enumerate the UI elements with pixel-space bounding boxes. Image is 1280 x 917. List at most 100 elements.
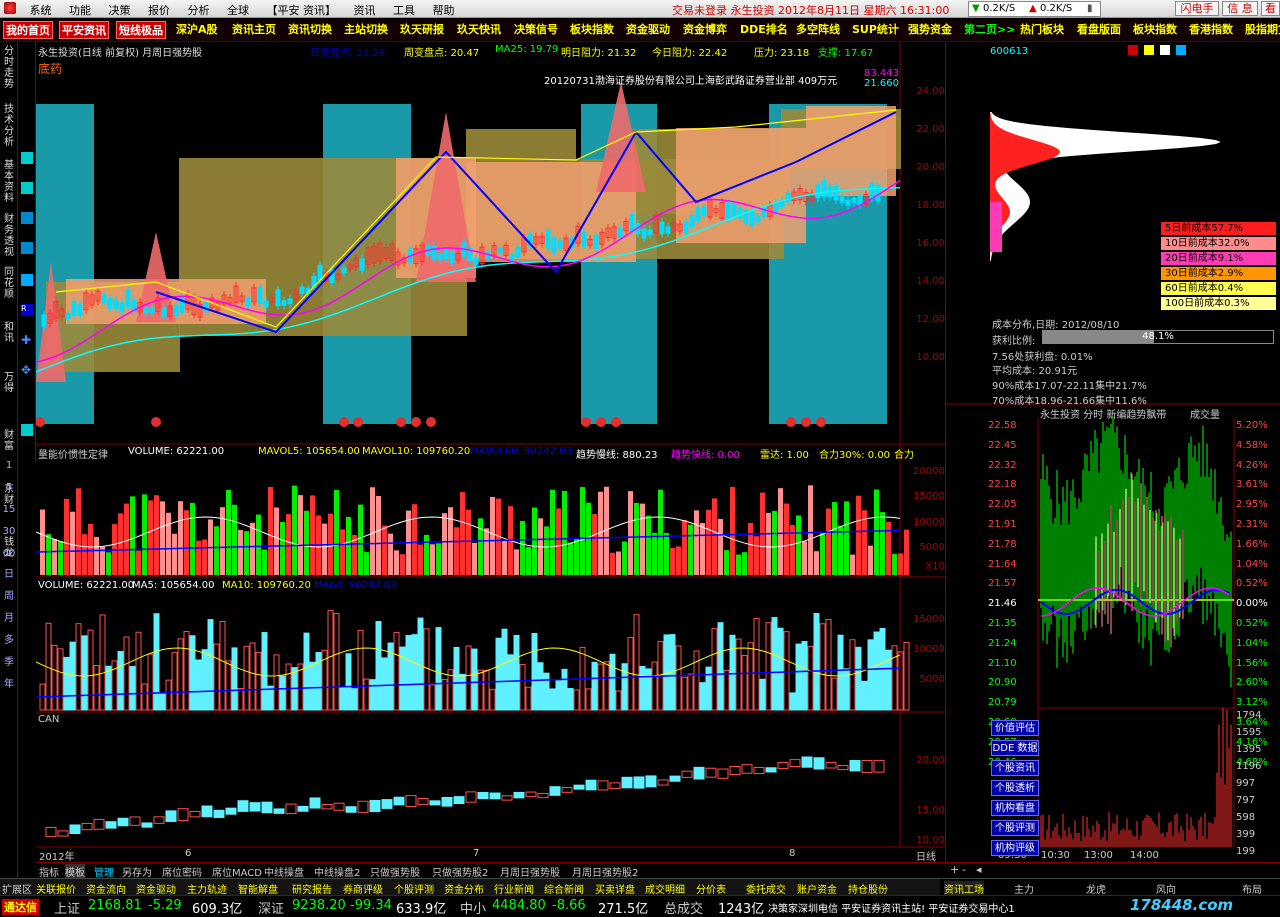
ext-tab[interactable]: 买卖详盘 (595, 881, 635, 896)
toolbar-strong-fund[interactable]: 强势资金 (908, 21, 952, 39)
toolbar-dde-rank[interactable]: DDE排名 (740, 21, 788, 39)
ext-tab[interactable]: 持仓股份 (848, 881, 888, 896)
ext-tab[interactable]: 研究报告 (292, 881, 332, 896)
zoom-in-icon[interactable]: ✚ (21, 334, 33, 346)
menu-help[interactable]: 帮助 (426, 0, 462, 18)
tab-mid-trade-2[interactable]: 中线操盘2 (314, 864, 360, 879)
f10b-icon[interactable] (21, 182, 33, 194)
menu-quote[interactable]: 报价 (141, 0, 177, 18)
toolbar-layout[interactable]: 看盘版面 (1077, 21, 1121, 39)
btn-institution-rating[interactable]: 机构评级 (991, 840, 1039, 856)
tab-financials[interactable]: 财务透视 (1, 214, 17, 258)
toolbar-page-two[interactable]: 第二页>> (964, 21, 1015, 39)
tab-caifu[interactable]: 财富 (1, 430, 17, 452)
vol-icon[interactable] (21, 242, 33, 254)
tab-tonghuashun[interactable]: 同花顺 (1, 267, 17, 300)
toolbar-fund-drive[interactable]: 资金驱动 (626, 21, 670, 39)
ext-tab[interactable]: 资金驱动 (136, 881, 176, 896)
chart-mode-icon[interactable] (1160, 45, 1170, 55)
menu-global[interactable]: 全球 (220, 0, 256, 18)
toolbar-fund-game[interactable]: 资金博弈 (683, 21, 727, 39)
period-30min[interactable]: 30 (0, 526, 18, 537)
toolbar-home[interactable]: 我的首页 (3, 21, 53, 39)
toolbar-sector-index-2[interactable]: 板块指数 (1133, 21, 1177, 39)
toolbar-futures[interactable]: 股指期货 (1245, 21, 1280, 39)
ext-tab[interactable]: 个股评测 (394, 881, 434, 896)
menu-function[interactable]: 功能 (62, 0, 98, 18)
btn-stock-review[interactable]: 个股评测 (991, 820, 1039, 836)
scroll-minus-icon[interactable]: - (962, 863, 966, 876)
toolbar-a-shares[interactable]: 深沪A股 (176, 21, 218, 39)
tab-wind[interactable]: 万得 (1, 372, 17, 394)
tab-dragon-tiger[interactable]: 龙虎 (1086, 881, 1106, 896)
toolbar-flash-news[interactable]: 玖天快讯 (457, 21, 501, 39)
tab-layout[interactable]: 布局 (1242, 881, 1262, 896)
ext-tab[interactable]: 账户资金 (797, 881, 837, 896)
move-icon[interactable]: ✥ (21, 364, 33, 376)
rsi-icon[interactable]: R (21, 304, 33, 316)
toolbar-signals[interactable]: 决策信号 (514, 21, 558, 39)
ext-tab[interactable]: 委托成交 (746, 881, 786, 896)
period-multi[interactable]: 多 (0, 631, 18, 646)
tab-manage[interactable]: 管理 (94, 864, 114, 879)
menu-system[interactable]: 系统 (23, 0, 59, 18)
flash-order-button[interactable]: 闪电手 (1175, 1, 1219, 16)
tab-save-as[interactable]: 另存为 (122, 864, 152, 879)
period-week[interactable]: 周 (0, 587, 18, 602)
tab-wind-direction[interactable]: 风向 (1156, 881, 1176, 896)
scroll-plus-icon[interactable]: + (950, 863, 959, 876)
menu-news[interactable]: 资讯 (347, 0, 383, 18)
ext-tab[interactable]: 资金流向 (86, 881, 126, 896)
ext-tab[interactable]: 券商评级 (343, 881, 383, 896)
toolbar-news-home[interactable]: 资讯主页 (232, 21, 276, 39)
ext-tab[interactable]: 综合新闻 (544, 881, 584, 896)
tab-seat-macd[interactable]: 席位MACD (212, 864, 262, 879)
tab-template[interactable]: 模板 (65, 864, 85, 879)
menu-tools[interactable]: 工具 (386, 0, 422, 18)
trend-icon[interactable] (21, 274, 33, 286)
period-60min[interactable]: 60 (0, 548, 18, 559)
tab-mwd-strong[interactable]: 月周日强势股 (500, 864, 560, 879)
ext-tab[interactable]: 分价表 (696, 881, 726, 896)
btn-stock-analysis[interactable]: 个股透析 (991, 780, 1039, 796)
tab-info-workshop[interactable]: 资讯工场 (944, 881, 984, 896)
tab-mwd-strong-2[interactable]: 月周日强势股2 (572, 864, 638, 879)
ext-tab[interactable]: 扩展区 (2, 881, 32, 896)
period-day[interactable]: 日 (0, 565, 18, 580)
f12-icon[interactable] (21, 212, 33, 224)
btn-institution-view[interactable]: 机构看盘 (991, 800, 1039, 816)
scroll-left-icon[interactable]: ◂ (976, 863, 982, 876)
tab-strong-only[interactable]: 只做强势股 (370, 864, 420, 879)
f5-icon[interactable] (21, 424, 33, 436)
yellow-flag-icon[interactable] (1144, 45, 1154, 55)
toolbar-research[interactable]: 玖天研报 (400, 21, 444, 39)
toolbar-bull-bear[interactable]: 多空阵线 (796, 21, 840, 39)
toolbar-hk-index[interactable]: 香港指数 (1189, 21, 1233, 39)
app-brand[interactable]: 通达信 (2, 899, 39, 915)
ext-tab[interactable]: 行业新闻 (494, 881, 534, 896)
ext-tab[interactable]: 智能解盘 (238, 881, 278, 896)
tab-fundamentals[interactable]: 基本资料 (1, 160, 17, 204)
period-quarter[interactable]: 季 (0, 653, 18, 668)
red-flag-icon[interactable] (1128, 45, 1138, 55)
toolbar-server-switch[interactable]: 主站切换 (344, 21, 388, 39)
tab-indicator[interactable]: 指标 (39, 864, 59, 879)
ext-tab[interactable]: 资金分布 (444, 881, 484, 896)
ext-tab[interactable]: 关联报价 (36, 881, 76, 896)
btn-stock-news[interactable]: 个股资讯 (991, 760, 1039, 776)
tab-intraday[interactable]: 分时走势 (1, 46, 17, 90)
tab-seat-password[interactable]: 席位密码 (162, 864, 202, 879)
period-month[interactable]: 月 (0, 609, 18, 624)
toolbar-sup-stats[interactable]: SUP统计 (852, 21, 899, 39)
menu-analysis[interactable]: 分析 (181, 0, 217, 18)
message-button[interactable]: 信 息 (1222, 1, 1258, 16)
toolbar-pingan-news[interactable]: 平安资讯 (59, 21, 109, 39)
period-5min[interactable]: 5 (0, 482, 18, 493)
tab-main-force[interactable]: 主力 (1014, 881, 1034, 896)
btn-dde-data[interactable]: DDE 数据 (991, 740, 1039, 756)
ext-tab[interactable]: 成交明细 (645, 881, 685, 896)
toolbar-short-line[interactable]: 短线极品 (116, 21, 166, 39)
period-1min[interactable]: 1 (0, 460, 18, 471)
grid-mode-icon[interactable] (1176, 45, 1186, 55)
tab-strong-only-2[interactable]: 只做强势股2 (432, 864, 488, 879)
